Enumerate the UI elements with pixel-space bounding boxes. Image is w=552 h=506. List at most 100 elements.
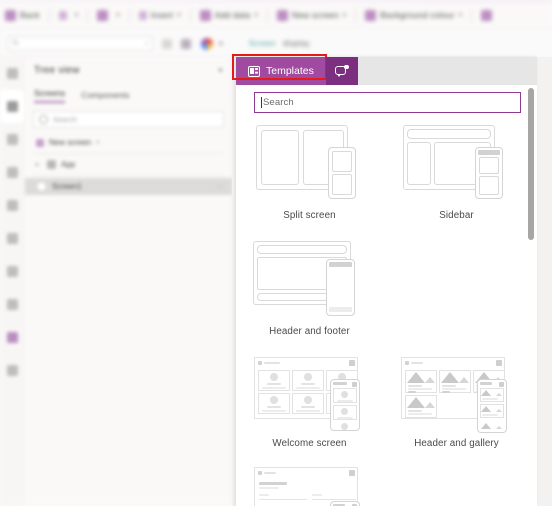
- tree-search-input[interactable]: Search: [33, 111, 224, 128]
- back-arrow-icon: [5, 9, 16, 21]
- divider: [189, 7, 191, 23]
- divider: [33, 175, 224, 176]
- more-options-icon[interactable]: ⋯: [216, 182, 224, 191]
- add-icon: [36, 138, 44, 147]
- template-thumbnail: [397, 119, 517, 205]
- settings-icon: [7, 365, 18, 376]
- tree-view-panel: Tree view × Screens Components Search Ne…: [25, 57, 233, 506]
- screen-label: Screen: [248, 39, 276, 48]
- rail-item-power-automate-icon[interactable]: [0, 222, 25, 255]
- command-background-colour-label: Background colour: [380, 10, 455, 20]
- chevron-down-icon: v: [96, 139, 100, 146]
- chevron-right-icon[interactable]: ▸: [36, 161, 42, 168]
- property-selector[interactable]: fx v: [8, 36, 153, 51]
- rail-item-tree-view-icon[interactable]: [0, 90, 25, 123]
- menu-icon: [7, 68, 18, 79]
- template-thumbnail: [250, 119, 370, 205]
- rail-item-search-icon[interactable]: [0, 288, 25, 321]
- template-row: Welcome screen Header and gallery: [236, 351, 530, 449]
- left-icon-rail: [0, 57, 26, 506]
- search-icon: [39, 115, 48, 124]
- theme-color-icon[interactable]: [201, 37, 213, 50]
- template-search-input[interactable]: Search: [254, 92, 521, 113]
- tree-search-placeholder: Search: [53, 115, 77, 124]
- command-insert[interactable]: Insert ▾: [134, 0, 186, 30]
- template-thumbnail: [248, 351, 372, 433]
- command-new-screen-label: New screen: [291, 10, 339, 20]
- undo-icon: [58, 10, 67, 20]
- close-icon[interactable]: ×: [218, 65, 223, 75]
- function-icon[interactable]: [162, 38, 172, 49]
- tree-view-icon: [7, 101, 18, 112]
- property-label: fx: [13, 40, 19, 47]
- data-icon: [7, 167, 18, 178]
- variables-icon: [7, 266, 18, 277]
- rail-item-data-icon[interactable]: [0, 156, 25, 189]
- rail-item-media-icon[interactable]: [0, 189, 25, 222]
- templates-icon: [248, 65, 260, 77]
- tree-row-label: New screen: [49, 138, 92, 147]
- template-card-form[interactable]: [236, 461, 383, 506]
- template-card-welcome-screen[interactable]: Welcome screen: [236, 351, 383, 449]
- template-row: [236, 461, 530, 506]
- template-card-header-and-footer[interactable]: Header and footer: [236, 235, 383, 337]
- chevron-down-icon: ▾: [177, 12, 181, 19]
- screen-icon: [36, 181, 47, 192]
- power-automate-icon: [7, 233, 18, 244]
- divider: [33, 153, 224, 154]
- command-add-data[interactable]: Add data ▾: [195, 0, 263, 30]
- power-apps-studio: Back ▾ ▾ Insert ▾ Add data ▾ New screen …: [0, 0, 552, 506]
- add-data-icon: [199, 9, 211, 21]
- tree-row-label: App: [61, 160, 76, 169]
- command-back-label: Back: [20, 10, 40, 20]
- text-cursor: [261, 97, 262, 108]
- tab-templates-label: Templates: [266, 65, 314, 77]
- template-card-header-and-gallery[interactable]: Header and gallery: [383, 351, 530, 449]
- command-add-data-label: Add data: [214, 10, 251, 20]
- page-title: Tree view: [34, 64, 80, 76]
- template-row: Header and footer: [236, 235, 530, 337]
- formula-bar: fx v ▾ Screen display: [0, 30, 552, 58]
- tree-row-screen1[interactable]: Screen1 ⋯: [25, 178, 232, 195]
- background-colour-icon: [365, 9, 377, 21]
- comments-icon: [334, 64, 349, 78]
- command-paste[interactable]: ▾: [92, 0, 125, 30]
- chevron-down-icon: ▾: [458, 12, 463, 19]
- rail-item-insert-icon[interactable]: [0, 123, 25, 156]
- paste-icon: [97, 9, 109, 21]
- command-theme[interactable]: [476, 0, 501, 30]
- command-back[interactable]: Back: [0, 0, 45, 30]
- command-bar: Back ▾ ▾ Insert ▾ Add data ▾ New screen …: [0, 0, 552, 31]
- tab-templates[interactable]: Templates: [232, 54, 327, 85]
- tree-row-label: Screen1: [52, 182, 82, 191]
- rail-item-apps-icon[interactable]: [0, 321, 25, 354]
- template-label: Header and gallery: [414, 438, 499, 449]
- template-thumbnail: [247, 235, 373, 321]
- search-icon: [7, 299, 18, 310]
- expand-icon[interactable]: [181, 38, 191, 49]
- template-thumbnail: [248, 461, 372, 506]
- rail-item-settings-icon[interactable]: [0, 354, 25, 387]
- chevron-down-icon: ▾: [116, 12, 120, 19]
- command-undo[interactable]: ▾: [54, 0, 84, 30]
- divider: [87, 7, 89, 23]
- template-search-placeholder: Search: [263, 97, 294, 108]
- divider: [266, 7, 268, 23]
- tree-row-new-screen[interactable]: New screen v: [25, 134, 232, 151]
- tab-comments[interactable]: [325, 57, 358, 85]
- tab-screens[interactable]: Screens: [34, 88, 66, 103]
- rail-item-menu-icon[interactable]: [0, 57, 25, 90]
- rail-item-variables-icon[interactable]: [0, 255, 25, 288]
- template-label: Sidebar: [439, 210, 474, 221]
- divider: [48, 7, 50, 23]
- tab-components[interactable]: Components: [81, 90, 129, 103]
- template-label: Split screen: [283, 210, 336, 221]
- flyout-tab-bar: Templates: [232, 54, 537, 85]
- command-background-colour[interactable]: Background colour ▾: [360, 0, 467, 30]
- templates-flyout: Templates Search Split screen Sidebar He…: [232, 54, 537, 506]
- tree-row-app[interactable]: ▸ App: [25, 156, 232, 173]
- tree-view-header: Tree view ×: [25, 57, 232, 83]
- template-card-sidebar[interactable]: Sidebar: [383, 119, 530, 221]
- template-card-split-screen[interactable]: Split screen: [236, 119, 383, 221]
- command-new-screen[interactable]: New screen ▾: [272, 0, 351, 30]
